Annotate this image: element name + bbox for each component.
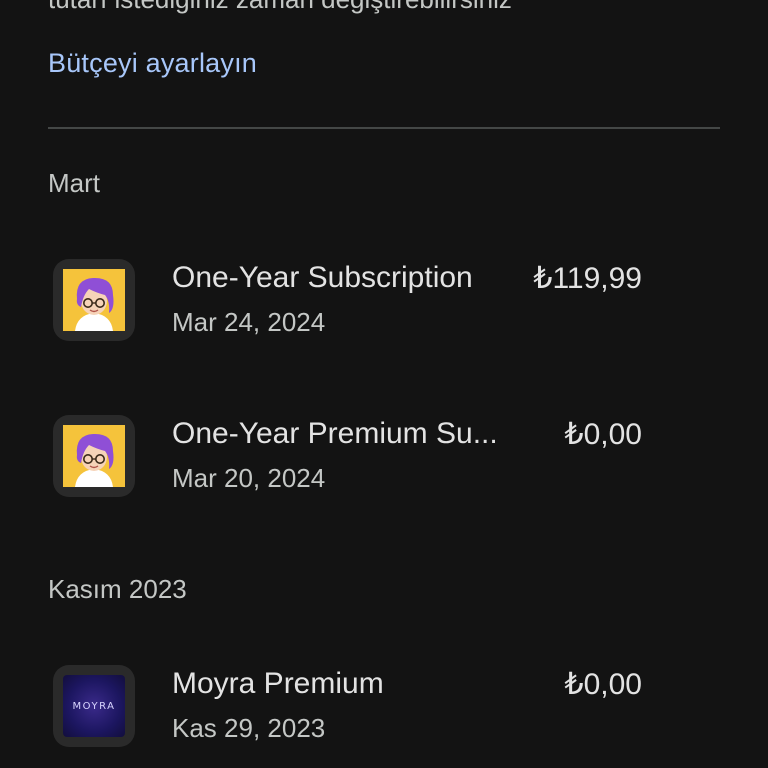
purchase-item[interactable]: One-Year Subscription Mar 24, 2024 ₺119,… (0, 259, 768, 369)
purchase-item[interactable]: MOYRA Moyra Premium Kas 29, 2023 ₺0,00 (0, 665, 768, 768)
budget-description: tutarı istediğiniz zaman değiştirebilirs… (48, 0, 512, 15)
item-price: ₺0,00 (564, 668, 642, 701)
purchase-history-screen: tutarı istediğiniz zaman değiştirebilirs… (0, 0, 768, 768)
item-title: One-Year Premium Su... (172, 417, 498, 450)
item-price: ₺0,00 (564, 418, 642, 451)
purchase-item[interactable]: One-Year Premium Su... Mar 20, 2024 ₺0,0… (0, 415, 768, 525)
app-icon-container: MOYRA (53, 665, 135, 747)
app-icon-container (53, 259, 135, 341)
section-header-march: Mart (48, 168, 100, 198)
app-icon-container (53, 415, 135, 497)
item-price: ₺119,99 (533, 262, 642, 295)
item-title: One-Year Subscription (172, 261, 473, 294)
avatar-app-icon (63, 425, 125, 487)
moyra-app-icon: MOYRA (63, 675, 125, 737)
moyra-logo-text: MOYRA (72, 700, 116, 712)
section-header-november-2023: Kasım 2023 (48, 574, 187, 604)
item-title: Moyra Premium (172, 667, 384, 700)
divider (48, 127, 720, 129)
item-date: Kas 29, 2023 (172, 713, 326, 743)
item-date: Mar 20, 2024 (172, 463, 326, 493)
avatar-app-icon (63, 269, 125, 331)
set-budget-link[interactable]: Bütçeyi ayarlayın (48, 48, 257, 79)
item-date: Mar 24, 2024 (172, 307, 326, 337)
